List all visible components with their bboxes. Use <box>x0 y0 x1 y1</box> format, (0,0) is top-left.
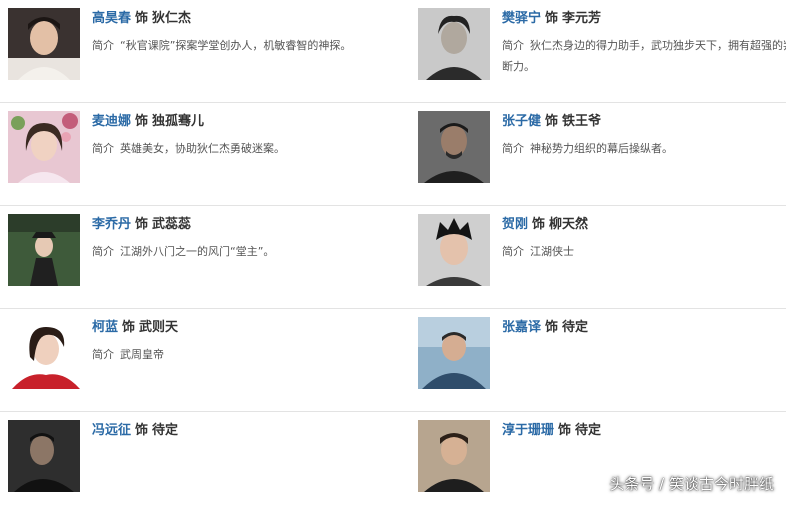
cast-card: 张子健饰铁王爷 简介 神秘势力组织的幕后操纵者。 <box>410 103 786 206</box>
plays-label: 饰 <box>545 11 559 26</box>
actor-photo[interactable] <box>8 111 80 183</box>
actor-name-link[interactable]: 淳于珊珊 <box>502 423 554 438</box>
actor-photo[interactable] <box>8 8 80 80</box>
cast-title: 高昊春饰狄仁杰 <box>92 9 387 29</box>
cast-title: 柯蓝饰武则天 <box>92 318 387 338</box>
actor-name-link[interactable]: 樊驿宁 <box>502 11 541 26</box>
actor-name-link[interactable]: 麦迪娜 <box>92 114 131 129</box>
actor-photo[interactable] <box>8 317 80 389</box>
role-description: 简介 江湖侠士 <box>502 241 786 262</box>
intro-text: 狄仁杰身边的得力助手，武功独步天下，拥有超强的判断力。 <box>502 39 786 73</box>
role-name: 狄仁杰 <box>152 11 192 26</box>
intro-label: 简介 <box>502 142 524 155</box>
intro-label: 简介 <box>502 245 524 258</box>
actor-name-link[interactable]: 柯蓝 <box>92 320 118 335</box>
cast-card: 柯蓝饰武则天 简介 武周皇帝 <box>0 309 393 412</box>
role-name: 柳天然 <box>549 217 589 232</box>
intro-text: 江湖外八门之一的风门“堂主”。 <box>120 245 275 258</box>
cast-title: 张嘉译饰待定 <box>502 318 786 338</box>
intro-text: 武周皇帝 <box>120 348 164 361</box>
role-description: 简介 江湖外八门之一的风门“堂主”。 <box>92 241 387 262</box>
watermark: 头条号 / 笑谈古今时胖纸 <box>609 475 774 493</box>
cast-title: 冯远征饰待定 <box>92 421 387 441</box>
role-name: 李元芳 <box>562 11 602 26</box>
plays-label: 饰 <box>545 320 559 335</box>
intro-label: 简介 <box>92 348 114 361</box>
actor-photo[interactable] <box>418 420 490 492</box>
role-name: 武蕊蕊 <box>152 217 192 232</box>
cast-title: 贺刚饰柳天然 <box>502 215 786 235</box>
cast-card: 李乔丹饰武蕊蕊 简介 江湖外八门之一的风门“堂主”。 <box>0 206 393 309</box>
intro-text: 江湖侠士 <box>530 245 574 258</box>
intro-label: 简介 <box>92 142 114 155</box>
plays-label: 饰 <box>532 217 546 232</box>
cast-card: 贺刚饰柳天然 简介 江湖侠士 <box>410 206 786 309</box>
plays-label: 饰 <box>558 423 572 438</box>
role-description: 简介 武周皇帝 <box>92 344 387 365</box>
role-description: 简介 狄仁杰身边的得力助手，武功独步天下，拥有超强的判断力。 <box>502 35 786 77</box>
intro-label: 简介 <box>502 39 524 52</box>
cast-title: 樊驿宁饰李元芳 <box>502 9 786 29</box>
cast-card: 冯远征饰待定 <box>0 412 393 515</box>
cast-row: 麦迪娜饰独孤骞儿 简介 英雄美女，协助狄仁杰勇破迷案。 张子健饰铁王爷 简介 神秘势… <box>0 103 786 206</box>
cast-title: 麦迪娜饰独孤骞儿 <box>92 112 387 132</box>
plays-label: 饰 <box>122 320 136 335</box>
role-name: 独孤骞儿 <box>152 114 205 129</box>
cast-card: 樊驿宁饰李元芳 简介 狄仁杰身边的得力助手，武功独步天下，拥有超强的判断力。 <box>410 0 786 103</box>
actor-photo[interactable] <box>418 8 490 80</box>
cast-card: 淳于珊珊饰待定 <box>410 412 786 515</box>
plays-label: 饰 <box>135 423 149 438</box>
role-description: 简介 神秘势力组织的幕后操纵者。 <box>502 138 786 159</box>
actor-photo[interactable] <box>418 214 490 286</box>
actor-photo[interactable] <box>8 420 80 492</box>
plays-label: 饰 <box>135 217 149 232</box>
cast-title: 淳于珊珊饰待定 <box>502 421 786 441</box>
actor-name-link[interactable]: 张嘉译 <box>502 320 541 335</box>
intro-text: 神秘势力组织的幕后操纵者。 <box>530 142 673 155</box>
intro-label: 简介 <box>92 39 114 52</box>
role-description: 简介 英雄美女，协助狄仁杰勇破迷案。 <box>92 138 387 159</box>
cast-title: 张子健饰铁王爷 <box>502 112 786 132</box>
cast-row: 冯远征饰待定 淳于珊珊饰待定 <box>0 412 786 515</box>
cast-row: 柯蓝饰武则天 简介 武周皇帝 张嘉译饰待定 <box>0 309 786 412</box>
actor-name-link[interactable]: 贺刚 <box>502 217 528 232</box>
cast-card: 张嘉译饰待定 <box>410 309 786 412</box>
actor-name-link[interactable]: 李乔丹 <box>92 217 131 232</box>
plays-label: 饰 <box>135 11 149 26</box>
role-name: 铁王爷 <box>562 114 602 129</box>
actor-photo[interactable] <box>8 214 80 286</box>
intro-text: 英雄美女，协助狄仁杰勇破迷案。 <box>120 142 285 155</box>
actor-photo[interactable] <box>418 111 490 183</box>
role-name: 待定 <box>152 423 179 438</box>
cast-title: 李乔丹饰武蕊蕊 <box>92 215 387 235</box>
role-name: 武则天 <box>139 320 179 335</box>
cast-card: 高昊春饰狄仁杰 简介 “秋官课院”探案学堂创办人，机敏睿智的神探。 <box>0 0 393 103</box>
actor-name-link[interactable]: 高昊春 <box>92 11 131 26</box>
actor-name-link[interactable]: 冯远征 <box>92 423 131 438</box>
cast-row: 高昊春饰狄仁杰 简介 “秋官课院”探案学堂创办人，机敏睿智的神探。 樊驿宁饰李元芳… <box>0 0 786 103</box>
role-name: 待定 <box>562 320 589 335</box>
actor-photo[interactable] <box>418 317 490 389</box>
intro-text: “秋官课院”探案学堂创办人，机敏睿智的神探。 <box>120 39 352 52</box>
role-name: 待定 <box>575 423 602 438</box>
actor-name-link[interactable]: 张子健 <box>502 114 541 129</box>
role-description: 简介 “秋官课院”探案学堂创办人，机敏睿智的神探。 <box>92 35 387 56</box>
cast-card: 麦迪娜饰独孤骞儿 简介 英雄美女，协助狄仁杰勇破迷案。 <box>0 103 393 206</box>
plays-label: 饰 <box>135 114 149 129</box>
intro-label: 简介 <box>92 245 114 258</box>
cast-row: 李乔丹饰武蕊蕊 简介 江湖外八门之一的风门“堂主”。 贺刚饰柳天然 简介 江湖侠士 <box>0 206 786 309</box>
plays-label: 饰 <box>545 114 559 129</box>
